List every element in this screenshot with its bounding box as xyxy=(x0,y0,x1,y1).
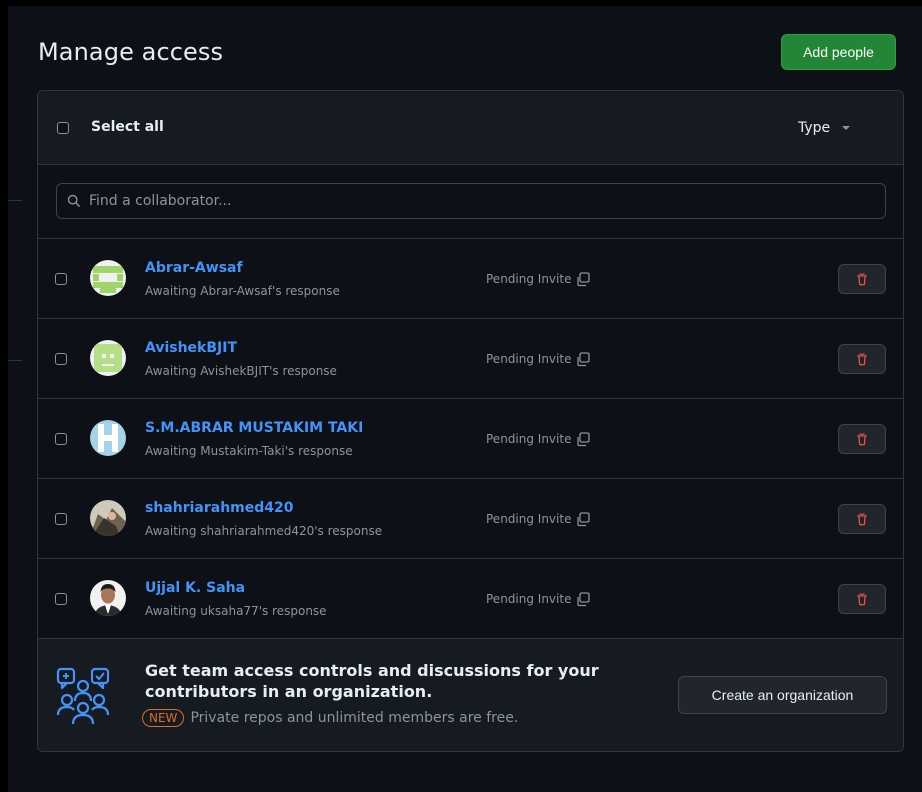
trash-icon xyxy=(857,273,867,286)
window-left-edge xyxy=(0,0,8,792)
role-label: Pending Invite xyxy=(486,352,572,366)
type-filter-dropdown[interactable]: Type xyxy=(798,120,851,136)
collaborator-status: Awaiting AvishekBJIT's response xyxy=(145,364,337,378)
avatar[interactable] xyxy=(90,340,126,376)
add-people-button[interactable]: Add people xyxy=(781,34,896,70)
collaborators-panel: Select all Type Find a collaborator... A… xyxy=(37,90,904,752)
collaborator-name[interactable]: AvishekBJIT xyxy=(145,340,237,356)
pending-invite: Pending Invite xyxy=(486,431,591,447)
avatar[interactable] xyxy=(90,580,126,616)
manage-access-page: Manage access Add people Select all Type… xyxy=(0,0,922,792)
copy-icon[interactable] xyxy=(575,351,591,367)
row-checkbox[interactable] xyxy=(55,433,67,445)
panel-header: Select all Type xyxy=(38,91,903,165)
pending-invite: Pending Invite xyxy=(486,511,591,527)
collaborator-status: Awaiting uksaha77's response xyxy=(145,604,327,618)
collaborator-status: Awaiting Mustakim-Taki's response xyxy=(145,444,353,458)
new-badge: NEW xyxy=(142,709,185,727)
pending-invite: Pending Invite xyxy=(486,271,591,287)
avatar[interactable] xyxy=(90,500,126,536)
caret-down-icon xyxy=(842,126,851,130)
collaborator-name[interactable]: shahriarahmed420 xyxy=(145,500,294,516)
remove-collaborator-button[interactable] xyxy=(838,264,886,294)
trash-icon xyxy=(857,593,867,606)
role-label: Pending Invite xyxy=(486,272,572,286)
role-label: Pending Invite xyxy=(486,432,572,446)
copy-icon[interactable] xyxy=(575,591,591,607)
role-label: Pending Invite xyxy=(486,592,572,606)
avatar[interactable] xyxy=(90,420,126,456)
collaborator-row: AvishekBJIT Awaiting AvishekBJIT's respo… xyxy=(38,319,903,399)
promo-subtitle-text: Private repos and unlimited members are … xyxy=(190,710,519,726)
copy-icon[interactable] xyxy=(575,431,591,447)
copy-icon[interactable] xyxy=(575,511,591,527)
sidebar-divider xyxy=(8,360,22,361)
collaborator-row: Abrar-Awsaf Awaiting Abrar-Awsaf's respo… xyxy=(38,239,903,319)
window-top-edge xyxy=(0,0,922,6)
row-checkbox[interactable] xyxy=(55,353,67,365)
collaborator-name[interactable]: Ujjal K. Saha xyxy=(145,580,245,596)
collaborator-status: Awaiting Abrar-Awsaf's response xyxy=(145,284,340,298)
remove-collaborator-button[interactable] xyxy=(838,344,886,374)
collaborator-status: Awaiting shahriarahmed420's response xyxy=(145,524,383,538)
copy-icon[interactable] xyxy=(575,271,591,287)
row-checkbox[interactable] xyxy=(55,593,67,605)
search-placeholder: Find a collaborator... xyxy=(89,193,232,209)
people-discussion-icon xyxy=(56,667,110,725)
promo-title: Get team access controls and discussions… xyxy=(145,661,599,701)
find-collaborator-input[interactable]: Find a collaborator... xyxy=(56,183,886,219)
trash-icon xyxy=(857,513,867,526)
remove-collaborator-button[interactable] xyxy=(838,504,886,534)
create-organization-button[interactable]: Create an organization xyxy=(678,676,887,714)
select-all-checkbox[interactable] xyxy=(57,122,69,134)
search-section: Find a collaborator... xyxy=(38,165,903,239)
page-title: Manage access xyxy=(38,38,224,66)
collaborator-row: shahriarahmed420 Awaiting shahriarahmed4… xyxy=(38,479,903,559)
select-all-label[interactable]: Select all xyxy=(91,119,164,135)
type-filter-label: Type xyxy=(798,120,831,136)
sidebar-divider xyxy=(8,200,22,201)
collaborator-row: S.M.ABRAR MUSTAKIM TAKI Awaiting Mustaki… xyxy=(38,399,903,479)
row-checkbox[interactable] xyxy=(55,273,67,285)
collaborator-row: Ujjal K. Saha Awaiting uksaha77's respon… xyxy=(38,559,903,639)
collaborator-name[interactable]: S.M.ABRAR MUSTAKIM TAKI xyxy=(145,420,363,436)
role-label: Pending Invite xyxy=(486,512,572,526)
pending-invite: Pending Invite xyxy=(486,351,591,367)
row-checkbox[interactable] xyxy=(55,513,67,525)
trash-icon xyxy=(857,353,867,366)
organization-promo: Get team access controls and discussions… xyxy=(38,639,903,751)
avatar[interactable] xyxy=(90,260,126,296)
collaborator-name[interactable]: Abrar-Awsaf xyxy=(145,260,243,276)
remove-collaborator-button[interactable] xyxy=(838,424,886,454)
pending-invite: Pending Invite xyxy=(486,591,591,607)
trash-icon xyxy=(857,433,867,446)
search-icon xyxy=(67,194,80,207)
promo-subtitle: NEW Private repos and unlimited members … xyxy=(142,709,518,727)
remove-collaborator-button[interactable] xyxy=(838,584,886,614)
